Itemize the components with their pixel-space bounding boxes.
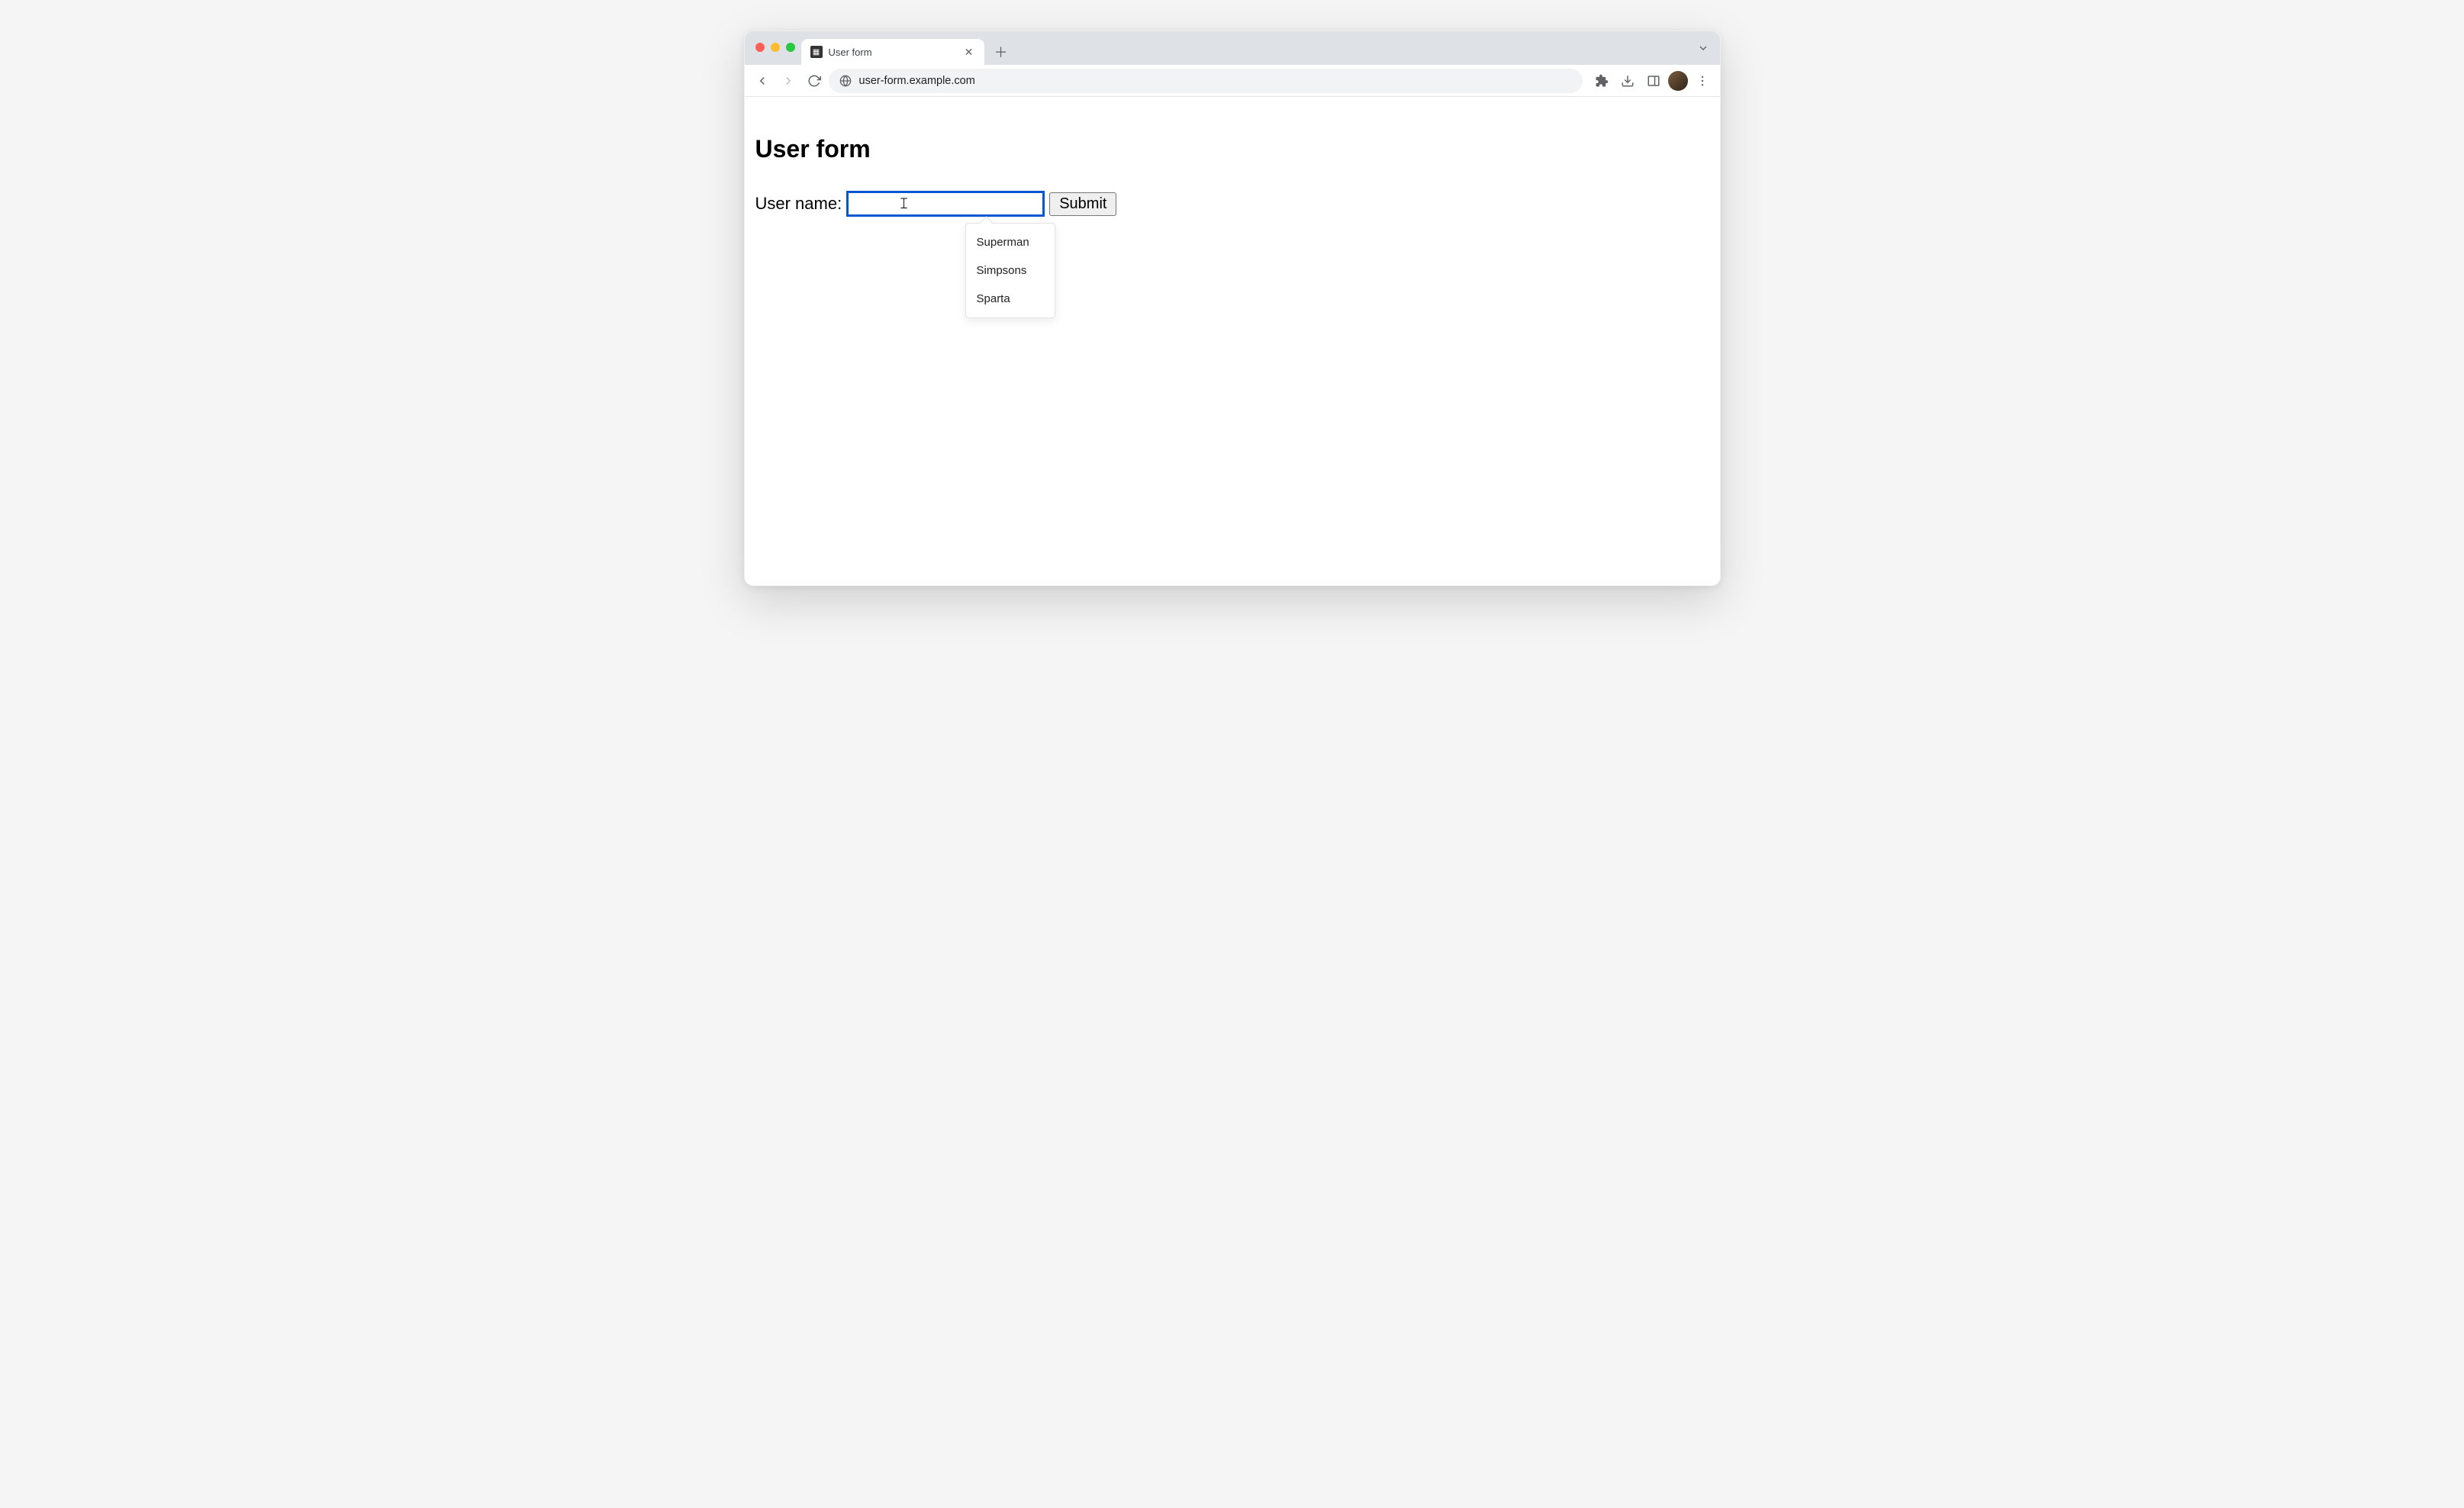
new-tab-button[interactable]: ＋ xyxy=(990,41,1012,63)
tab-bar: ▦ User form ✕ ＋ xyxy=(745,31,1720,65)
browser-window: ▦ User form ✕ ＋ user-form.example.com xyxy=(744,31,1721,586)
window-close-button[interactable] xyxy=(755,43,765,52)
autocomplete-popup: Superman Simpsons Sparta xyxy=(965,223,1055,318)
browser-tab[interactable]: ▦ User form ✕ xyxy=(801,39,984,65)
window-controls xyxy=(751,43,801,60)
profile-avatar[interactable] xyxy=(1668,71,1688,91)
page-heading: User form xyxy=(755,135,1709,163)
tab-title: User form xyxy=(829,47,957,58)
submit-button[interactable]: Submit xyxy=(1049,192,1116,216)
site-info-icon xyxy=(839,75,852,87)
window-minimize-button[interactable] xyxy=(771,43,780,52)
menu-button[interactable] xyxy=(1691,69,1714,92)
autocomplete-option[interactable]: Sparta xyxy=(966,285,1055,313)
downloads-icon[interactable] xyxy=(1616,69,1639,92)
user-form-row: User name: 𝙸 Submit Superman Simpsons Sp… xyxy=(755,191,1709,217)
autocomplete-option[interactable]: Simpsons xyxy=(966,256,1055,285)
window-maximize-button[interactable] xyxy=(786,43,795,52)
tab-close-button[interactable]: ✕ xyxy=(963,46,975,58)
toolbar-actions xyxy=(1590,69,1714,92)
page-content: User form User name: 𝙸 Submit Superman S… xyxy=(745,97,1720,585)
address-bar[interactable]: user-form.example.com xyxy=(829,69,1583,93)
url-text: user-form.example.com xyxy=(859,75,975,87)
tabs-dropdown-button[interactable] xyxy=(1697,42,1709,56)
extensions-icon[interactable] xyxy=(1590,69,1613,92)
toolbar: user-form.example.com xyxy=(745,65,1720,97)
back-button[interactable] xyxy=(751,69,774,92)
username-input[interactable] xyxy=(846,191,1045,217)
side-panel-icon[interactable] xyxy=(1642,69,1665,92)
username-label: User name: xyxy=(755,194,842,214)
reload-button[interactable] xyxy=(803,69,826,92)
favicon-icon: ▦ xyxy=(810,46,823,58)
autocomplete-option[interactable]: Superman xyxy=(966,228,1055,256)
forward-button[interactable] xyxy=(777,69,800,92)
